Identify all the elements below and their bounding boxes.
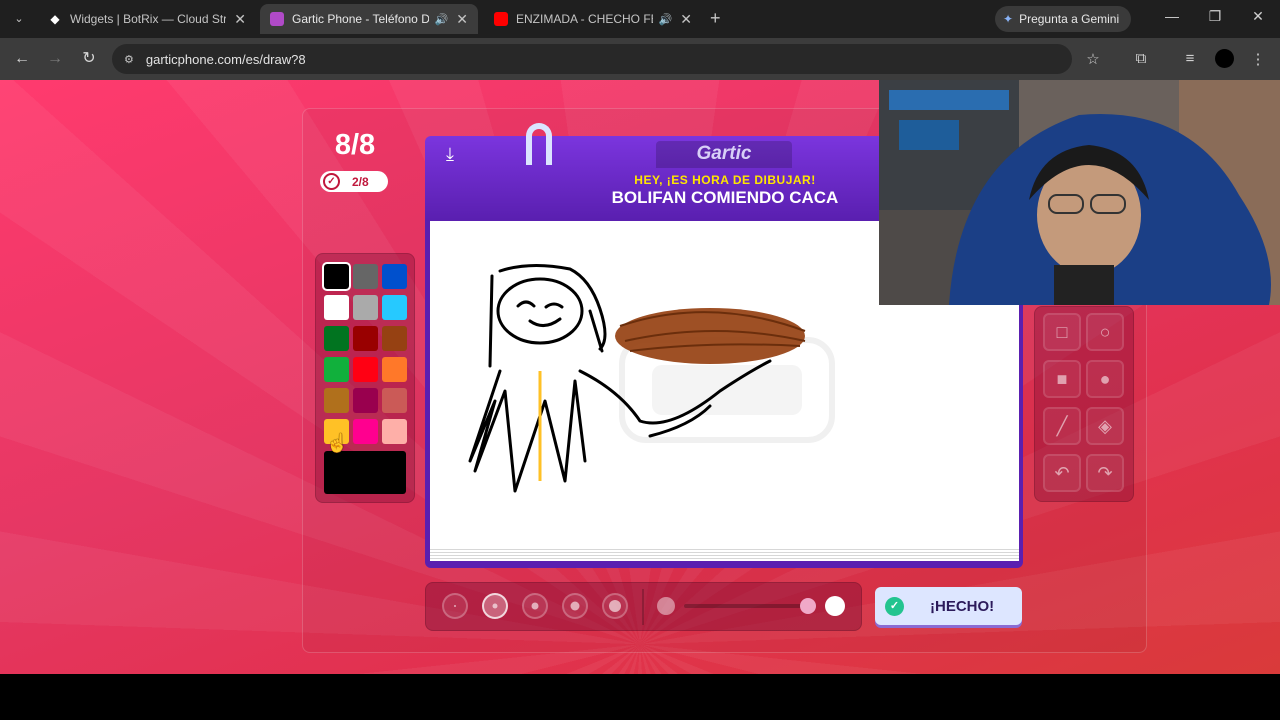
download-icon[interactable]: ⤓ xyxy=(439,144,461,165)
tab-title: ENZIMADA - CHECHO FEAT xyxy=(516,12,653,26)
brush-size-button[interactable] xyxy=(522,593,548,619)
extensions-icon[interactable]: ⧉ xyxy=(1131,50,1151,67)
reload-icon[interactable]: ↻ xyxy=(79,50,99,68)
streamer-webcam xyxy=(879,80,1280,305)
opacity-min-icon xyxy=(657,597,675,615)
gartic-favicon xyxy=(270,12,284,26)
brush-size-dot xyxy=(609,600,621,612)
done-button[interactable]: ✓ ¡HECHO! xyxy=(875,587,1022,625)
bottom-black-bar xyxy=(0,674,1280,720)
paint-bucket-icon[interactable]: ◈ xyxy=(1086,407,1124,445)
color-swatch[interactable] xyxy=(322,262,351,291)
tab-search-button[interactable]: ⌄ xyxy=(8,8,30,30)
tab-bar: ⌄ ◆ Widgets | BotRix — Cloud Stream ✕ Ga… xyxy=(0,0,1280,38)
color-swatch[interactable] xyxy=(324,326,349,351)
brush-size-dot xyxy=(454,605,456,607)
done-players-pill: ✓ 2/8 xyxy=(320,171,388,192)
prompt-text: BOLIFAN COMIENDO CACA xyxy=(611,188,839,207)
forward-icon[interactable]: → xyxy=(45,50,65,68)
mouse-pointer-icon: ☝ xyxy=(326,433,349,453)
close-icon[interactable]: ✕ xyxy=(456,11,468,28)
brush-size-dot xyxy=(570,601,580,611)
tab-youtube[interactable]: ENZIMADA - CHECHO FEAT 🔊 ✕ xyxy=(484,4,702,34)
line-tool-icon[interactable]: ╱ xyxy=(1043,407,1081,445)
speaker-icon[interactable]: 🔊 xyxy=(435,13,449,26)
restore-icon[interactable]: ❐ xyxy=(1205,8,1225,25)
gemini-label: Pregunta a Gemini xyxy=(1019,12,1120,26)
tab-botrix[interactable]: ◆ Widgets | BotRix — Cloud Stream ✕ xyxy=(38,4,256,34)
gemini-sparkle-icon: ✦ xyxy=(1003,12,1014,26)
circle-filled-icon[interactable]: ● xyxy=(1086,360,1124,398)
color-swatch[interactable] xyxy=(353,419,378,444)
color-swatch[interactable] xyxy=(353,326,378,351)
brush-size-button[interactable] xyxy=(442,593,468,619)
undo-icon[interactable]: ↶ xyxy=(1043,454,1081,492)
color-swatch[interactable] xyxy=(382,264,407,289)
color-swatch[interactable] xyxy=(382,388,407,413)
color-swatch[interactable] xyxy=(382,326,407,351)
close-icon[interactable]: ✕ xyxy=(680,11,692,28)
round-counter: 8/8 xyxy=(334,129,376,161)
bookmark-star-icon[interactable]: ☆ xyxy=(1083,50,1103,68)
close-window-icon[interactable]: ✕ xyxy=(1248,8,1268,25)
color-swatch[interactable] xyxy=(353,357,378,382)
opacity-slider-thumb[interactable] xyxy=(800,598,816,614)
youtube-favicon xyxy=(494,12,508,26)
tab-title: Widgets | BotRix — Cloud Stream xyxy=(70,12,227,26)
done-players-count: 2/8 xyxy=(352,174,369,189)
color-swatch[interactable] xyxy=(353,295,378,320)
prompt-subtitle: HEY, ¡ES HORA DE DIBUJAR! xyxy=(634,173,816,187)
check-icon: ✓ xyxy=(323,173,340,190)
url-text: garticphone.com/es/draw?8 xyxy=(145,51,306,67)
site-info-icon[interactable]: ⚙ xyxy=(124,53,134,66)
color-swatch[interactable] xyxy=(382,419,407,444)
back-icon[interactable]: ← xyxy=(12,50,32,68)
opacity-slider[interactable] xyxy=(684,604,804,608)
minimize-icon[interactable]: — xyxy=(1162,8,1182,24)
close-icon[interactable]: ✕ xyxy=(234,11,246,28)
brush-size-dot xyxy=(531,602,539,610)
color-swatch[interactable] xyxy=(353,388,378,413)
redo-icon[interactable]: ↷ xyxy=(1086,454,1124,492)
rectangle-filled-icon[interactable]: ■ xyxy=(1043,360,1081,398)
address-bar[interactable]: ⚙ garticphone.com/es/draw?8 xyxy=(112,44,1072,74)
profile-avatar[interactable] xyxy=(1215,49,1234,68)
color-swatch[interactable] xyxy=(324,388,349,413)
color-swatch[interactable] xyxy=(382,295,407,320)
brush-size-dot xyxy=(492,603,498,609)
color-swatch[interactable] xyxy=(353,264,378,289)
done-button-label: ¡HECHO! xyxy=(930,597,995,615)
color-swatch[interactable] xyxy=(324,357,349,382)
botrix-favicon: ◆ xyxy=(50,12,60,26)
brush-size-button[interactable] xyxy=(602,593,628,619)
more-menu-icon[interactable]: ⋮ xyxy=(1248,50,1268,68)
opacity-max-icon xyxy=(825,596,845,616)
tab-gartic[interactable]: Gartic Phone - Teléfono De 🔊 ✕ xyxy=(260,4,478,34)
current-color-preview xyxy=(324,451,406,494)
brush-size-button[interactable] xyxy=(482,593,508,619)
color-swatch[interactable] xyxy=(324,295,349,320)
media-controls-icon[interactable]: ≡ xyxy=(1180,50,1200,67)
controls-divider xyxy=(642,589,644,625)
browser-toolbar: ← → ↻ ⚙ garticphone.com/es/draw?8 ☆ ⧉ ≡ … xyxy=(0,38,1280,80)
brush-size-button[interactable] xyxy=(562,593,588,619)
speaker-icon[interactable]: 🔊 xyxy=(659,13,673,26)
circle-outline-icon[interactable]: ○ xyxy=(1086,313,1124,351)
tab-title: Gartic Phone - Teléfono De xyxy=(292,12,429,26)
rectangle-outline-icon[interactable]: □ xyxy=(1043,313,1081,351)
check-icon: ✓ xyxy=(885,596,904,616)
gemini-button[interactable]: ✦ Pregunta a Gemini xyxy=(995,6,1132,32)
color-swatch[interactable] xyxy=(382,357,407,382)
gartic-logo: Gartic xyxy=(696,143,752,164)
new-tab-button[interactable]: + xyxy=(710,8,721,28)
hook-decoration xyxy=(526,123,552,165)
